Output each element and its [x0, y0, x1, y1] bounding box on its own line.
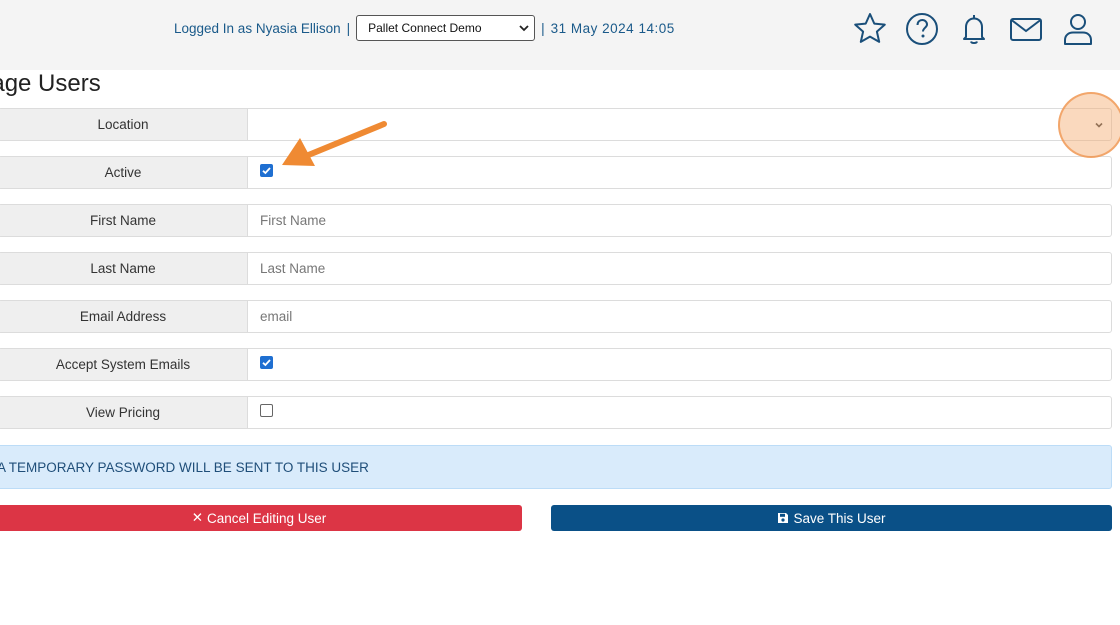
view-pricing-checkbox[interactable]: [260, 404, 273, 417]
chevron-down-icon: [519, 25, 529, 32]
password-notice-text: A TEMPORARY PASSWORD WILL BE SENT TO THI…: [0, 459, 369, 475]
checkmark-icon: [262, 359, 271, 367]
cancel-editing-button[interactable]: ✕ Cancel Editing User: [0, 505, 522, 531]
close-icon: ✕: [191, 510, 203, 525]
view-pricing-field: [248, 397, 1111, 428]
accept-emails-row: Accept System Emails: [0, 348, 1112, 381]
email-row: Email Address email: [0, 300, 1112, 333]
password-notice: A TEMPORARY PASSWORD WILL BE SENT TO THI…: [0, 445, 1112, 489]
logged-in-text: Logged In as Nyasia Ellison: [174, 20, 341, 36]
save-button-label: Save This User: [793, 510, 886, 526]
mail-icon[interactable]: [1008, 10, 1044, 48]
accept-emails-checkbox[interactable]: [260, 356, 273, 369]
first-name-placeholder: First Name: [260, 213, 327, 228]
cancel-button-label: Cancel Editing User: [207, 510, 327, 526]
user-icon[interactable]: [1060, 10, 1096, 48]
accept-emails-label: Accept System Emails: [0, 349, 248, 380]
separator: |: [541, 20, 545, 36]
active-checkbox[interactable]: [260, 164, 273, 177]
first-name-input[interactable]: First Name: [248, 205, 1111, 236]
chevron-down-icon: [1095, 122, 1103, 128]
view-pricing-row: View Pricing: [0, 396, 1112, 429]
location-label: Location: [0, 109, 248, 140]
company-select[interactable]: Pallet Connect Demo: [356, 15, 536, 41]
last-name-input[interactable]: Last Name: [248, 253, 1111, 284]
location-row: Location: [0, 108, 1112, 141]
datetime: 31 May 2024 14:05: [550, 20, 675, 36]
last-name-row: Last Name Last Name: [0, 252, 1112, 285]
bell-icon[interactable]: [956, 10, 992, 48]
save-icon: [777, 512, 789, 524]
page-title: nage Users: [0, 70, 101, 97]
accept-emails-field: [248, 349, 1111, 380]
last-name-placeholder: Last Name: [260, 261, 326, 276]
view-pricing-label: View Pricing: [0, 397, 248, 428]
user-info: Logged In as Nyasia Ellison | Pallet Con…: [174, 14, 675, 42]
checkmark-icon: [262, 167, 271, 175]
active-row: Active: [0, 156, 1112, 189]
company-select-value: Pallet Connect Demo: [368, 21, 482, 35]
save-user-button[interactable]: Save This User: [551, 505, 1112, 531]
separator: |: [346, 20, 351, 36]
active-field: [248, 157, 1111, 188]
active-label: Active: [0, 157, 248, 188]
location-select[interactable]: [248, 109, 1111, 140]
help-icon[interactable]: [904, 10, 940, 48]
first-name-label: First Name: [0, 205, 248, 236]
header-icons: [852, 10, 1096, 48]
last-name-label: Last Name: [0, 253, 248, 284]
star-icon[interactable]: [852, 10, 888, 48]
email-label: Email Address: [0, 301, 248, 332]
top-bar: Logged In as Nyasia Ellison | Pallet Con…: [0, 0, 1120, 70]
email-placeholder: email: [260, 309, 293, 324]
first-name-row: First Name First Name: [0, 204, 1112, 237]
email-input[interactable]: email: [248, 301, 1111, 332]
